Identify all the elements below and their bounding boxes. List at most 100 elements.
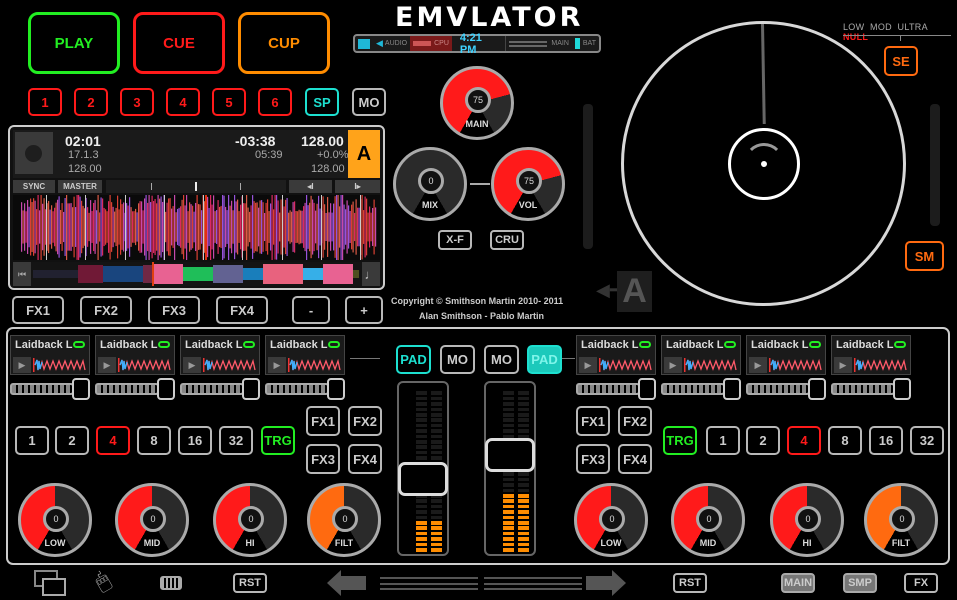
play-icon[interactable]: ▶: [834, 357, 852, 373]
keyboard-icon[interactable]: [160, 576, 182, 590]
loop-4-left-button[interactable]: 4: [96, 426, 130, 455]
nudge-back-button[interactable]: ◂I: [289, 180, 332, 193]
sync-button[interactable]: SYNC: [13, 180, 55, 193]
fx1-left-button[interactable]: FX1: [306, 406, 340, 436]
loop-1-left-button[interactable]: 1: [15, 426, 49, 455]
hotcue-3-button[interactable]: 3: [120, 88, 154, 116]
jog-wheel[interactable]: [621, 21, 906, 306]
hotcue-1-button[interactable]: 1: [28, 88, 62, 116]
mix-knob[interactable]: 0 MIX: [393, 147, 467, 221]
fx3-right-button[interactable]: FX3: [576, 444, 610, 474]
eq-low-right-knob[interactable]: 0 LOW: [574, 483, 648, 557]
main-view-button[interactable]: MAIN: [781, 573, 815, 593]
play-icon[interactable]: ▶: [98, 357, 116, 373]
eq-filt-left-knob[interactable]: 0 FILT: [307, 483, 381, 557]
skip-start-icon[interactable]: ⏮: [13, 262, 31, 286]
sampler-slot-right-3[interactable]: Laidback L ▶: [746, 335, 826, 375]
play-icon[interactable]: ▶: [664, 357, 682, 373]
loop-icon[interactable]: [328, 341, 340, 348]
eq-hi-left-knob[interactable]: 0 HI: [213, 483, 287, 557]
sampler-volume-right-1[interactable]: [576, 378, 656, 400]
sampler-slot-right-4[interactable]: Laidback L ▶: [831, 335, 911, 375]
waveform[interactable]: [13, 195, 380, 260]
mo-button[interactable]: MO: [352, 88, 386, 116]
deck-fx4-button[interactable]: FX4: [216, 296, 268, 324]
loop-8-left-button[interactable]: 8: [137, 426, 171, 455]
sampler-slot-left-1[interactable]: Laidback L ▶: [10, 335, 90, 375]
loop-icon[interactable]: [894, 341, 906, 348]
quality-ultra[interactable]: ULTRA: [898, 22, 928, 32]
eq-hi-right-knob[interactable]: 0 HI: [770, 483, 844, 557]
slider-handle[interactable]: [893, 378, 911, 400]
loop-4-right-button[interactable]: 4: [787, 426, 821, 455]
track-overview[interactable]: ⏮ ♩: [13, 262, 380, 286]
loop-2-right-button[interactable]: 2: [746, 426, 780, 455]
smp-view-button[interactable]: SMP: [843, 573, 877, 593]
quality-mod[interactable]: MOD: [870, 22, 892, 32]
loop-8-right-button[interactable]: 8: [828, 426, 862, 455]
slider-handle[interactable]: [157, 378, 175, 400]
trg-left-button[interactable]: TRG: [261, 426, 295, 455]
sampler-slot-right-2[interactable]: Laidback L ▶: [661, 335, 741, 375]
pitch-bend-right[interactable]: [930, 104, 940, 226]
eq-filt-right-knob[interactable]: 0 FILT: [864, 483, 938, 557]
minus-button[interactable]: -: [292, 296, 330, 324]
arrow-right-nav-icon[interactable]: [612, 570, 626, 596]
loop-32-left-button[interactable]: 32: [219, 426, 253, 455]
loop-icon[interactable]: [73, 341, 85, 348]
mo-right-button[interactable]: MO: [484, 345, 519, 374]
vol-knob[interactable]: 75 VOL: [491, 147, 565, 221]
fx2-left-button[interactable]: FX2: [348, 406, 382, 436]
sampler-volume-left-4[interactable]: [265, 378, 345, 400]
loop-1-right-button[interactable]: 1: [706, 426, 740, 455]
sampler-volume-right-3[interactable]: [746, 378, 826, 400]
sampler-volume-left-3[interactable]: [180, 378, 260, 400]
eq-low-left-knob[interactable]: 0 LOW: [18, 483, 92, 557]
fx1-right-button[interactable]: FX1: [576, 406, 610, 436]
fader-cap[interactable]: [485, 437, 535, 472]
play-icon[interactable]: ▶: [579, 357, 597, 373]
crossfader-bars[interactable]: [380, 577, 586, 591]
sampler-volume-right-4[interactable]: [831, 378, 911, 400]
play-icon[interactable]: ▶: [13, 357, 31, 373]
master-button[interactable]: MASTER: [58, 180, 102, 193]
sampler-slot-left-3[interactable]: Laidback L ▶: [180, 335, 260, 375]
loop-icon[interactable]: [724, 341, 736, 348]
slider-handle[interactable]: [327, 378, 345, 400]
xf-button[interactable]: X-F: [438, 230, 472, 250]
loop-icon[interactable]: [639, 341, 651, 348]
windows-icon[interactable]: [34, 570, 66, 597]
pad-left-button[interactable]: PAD: [396, 345, 431, 374]
sampler-volume-left-2[interactable]: [95, 378, 175, 400]
deck-fx3-button[interactable]: FX3: [148, 296, 200, 324]
hotcue-5-button[interactable]: 5: [212, 88, 246, 116]
sampler-slot-left-2[interactable]: Laidback L ▶: [95, 335, 175, 375]
sampler-volume-right-2[interactable]: [661, 378, 741, 400]
fx4-left-button[interactable]: FX4: [348, 444, 382, 474]
main-knob[interactable]: 75 MAIN: [440, 66, 514, 140]
arrow-left-nav-icon[interactable]: [327, 570, 341, 596]
hotcue-2-button[interactable]: 2: [74, 88, 108, 116]
mouse-icon[interactable]: 🖱: [90, 566, 114, 595]
nudge-forward-button[interactable]: I▸: [335, 180, 380, 193]
sp-button[interactable]: SP: [305, 88, 339, 116]
fader-cap[interactable]: [398, 462, 448, 497]
play-icon[interactable]: ▶: [183, 357, 201, 373]
loop-32-right-button[interactable]: 32: [910, 426, 944, 455]
sampler-slot-left-4[interactable]: Laidback L ▶: [265, 335, 345, 375]
eq-mid-right-knob[interactable]: 0 MID: [671, 483, 745, 557]
se-button[interactable]: SE: [884, 46, 918, 76]
loop-icon[interactable]: [809, 341, 821, 348]
channel-fader-left[interactable]: [397, 381, 449, 556]
loop-2-left-button[interactable]: 2: [55, 426, 89, 455]
pitch-bend-left[interactable]: [583, 104, 593, 249]
slider-handle[interactable]: [242, 378, 260, 400]
slider-handle[interactable]: [72, 378, 90, 400]
loop-16-left-button[interactable]: 16: [178, 426, 212, 455]
loop-icon[interactable]: [158, 341, 170, 348]
deck-assign-button[interactable]: A: [617, 271, 652, 312]
loop-icon[interactable]: [243, 341, 255, 348]
cue-button[interactable]: CUE: [133, 12, 225, 74]
mo-left-button[interactable]: MO: [440, 345, 475, 374]
pad-right-button[interactable]: PAD: [527, 345, 562, 374]
